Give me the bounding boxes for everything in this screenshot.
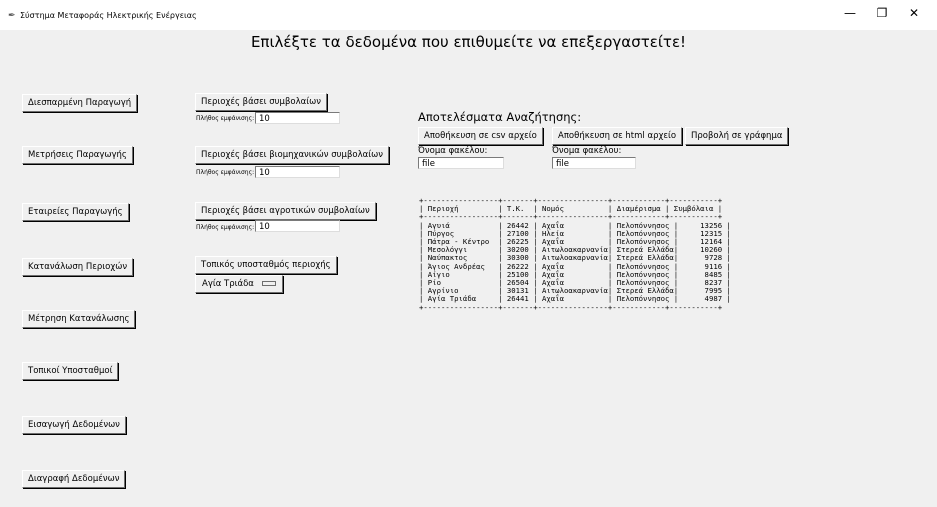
distributed-production-button[interactable]: Διεσπαρμένη Παραγωγή [22, 94, 138, 112]
areas-by-industrial-contracts-button[interactable]: Περιοχές βάσει βιομηχανικών συμβολαίων [195, 146, 389, 164]
minimize-icon[interactable]: — [840, 6, 860, 20]
local-substations-button[interactable]: Τοπικοί Υποσταθμοί [22, 362, 119, 380]
window-title: Σύστημα Μεταφοράς Ηλεκτρικής Ενέργειας [20, 11, 197, 20]
insert-data-button[interactable]: Εισαγωγή Δεδομένων [22, 416, 126, 434]
dropdown-indicator-icon [261, 281, 276, 286]
results-title: Αποτελέσματα Αναζήτησης: [418, 110, 582, 124]
production-companies-button[interactable]: Εταιρείες Παραγωγής [22, 203, 129, 221]
areas-by-contracts-button[interactable]: Περιοχές βάσει συμβολαίων [195, 93, 327, 111]
save-csv-button[interactable]: Αποθήκευση σε csv αρχείο [418, 127, 543, 145]
area-consumption-button[interactable]: Κατανάλωση Περιοχών [22, 258, 134, 276]
folder-name-label: Όνομα φακέλου: [552, 146, 622, 156]
delete-data-button[interactable]: Διαγραφή Δεδομένων [22, 470, 126, 488]
count-input[interactable]: 10 [255, 220, 340, 232]
count-label: Πλήθος εμφάνισης: [196, 224, 255, 231]
restore-icon[interactable]: ❐ [872, 6, 892, 20]
show-chart-button[interactable]: Προβολή σε γράφημα [685, 127, 789, 145]
production-measurements-button[interactable]: Μετρήσεις Παραγωγής [22, 146, 133, 164]
areas-by-agricultural-contracts-button[interactable]: Περιοχές βάσει αγροτικών συμβολαίων [195, 202, 376, 220]
area-substation-button[interactable]: Τοπικός υποσταθμός περιοχής [195, 256, 337, 274]
title-bar: ✒ Σύστημα Μεταφοράς Ηλεκτρικής Ενέργειας… [0, 0, 937, 30]
count-input[interactable]: 10 [255, 166, 340, 178]
area-dropdown[interactable]: Αγία Τριάδα [195, 275, 283, 293]
close-icon[interactable]: ✕ [904, 6, 924, 20]
save-html-button[interactable]: Αποθήκευση σε html αρχείο [552, 127, 683, 145]
consumption-measurement-button[interactable]: Μέτρηση Κατανάλωσης [22, 310, 136, 328]
count-label: Πλήθος εμφάνισης: [196, 169, 255, 176]
feather-icon: ✒ [8, 11, 16, 21]
results-table: +-----------------+-------+-------------… [419, 196, 731, 312]
count-label: Πλήθος εμφάνισης: [196, 115, 255, 122]
area-dropdown-value: Αγία Τριάδα [202, 279, 254, 289]
csv-folder-input[interactable]: file [418, 157, 504, 169]
html-folder-input[interactable]: file [552, 157, 636, 169]
count-input[interactable]: 10 [255, 112, 340, 124]
folder-name-label: Όνομα φακέλου: [418, 146, 488, 156]
page-title: Επιλέξτε τα δεδομένα που επιθυμείτε να ε… [250, 33, 687, 51]
